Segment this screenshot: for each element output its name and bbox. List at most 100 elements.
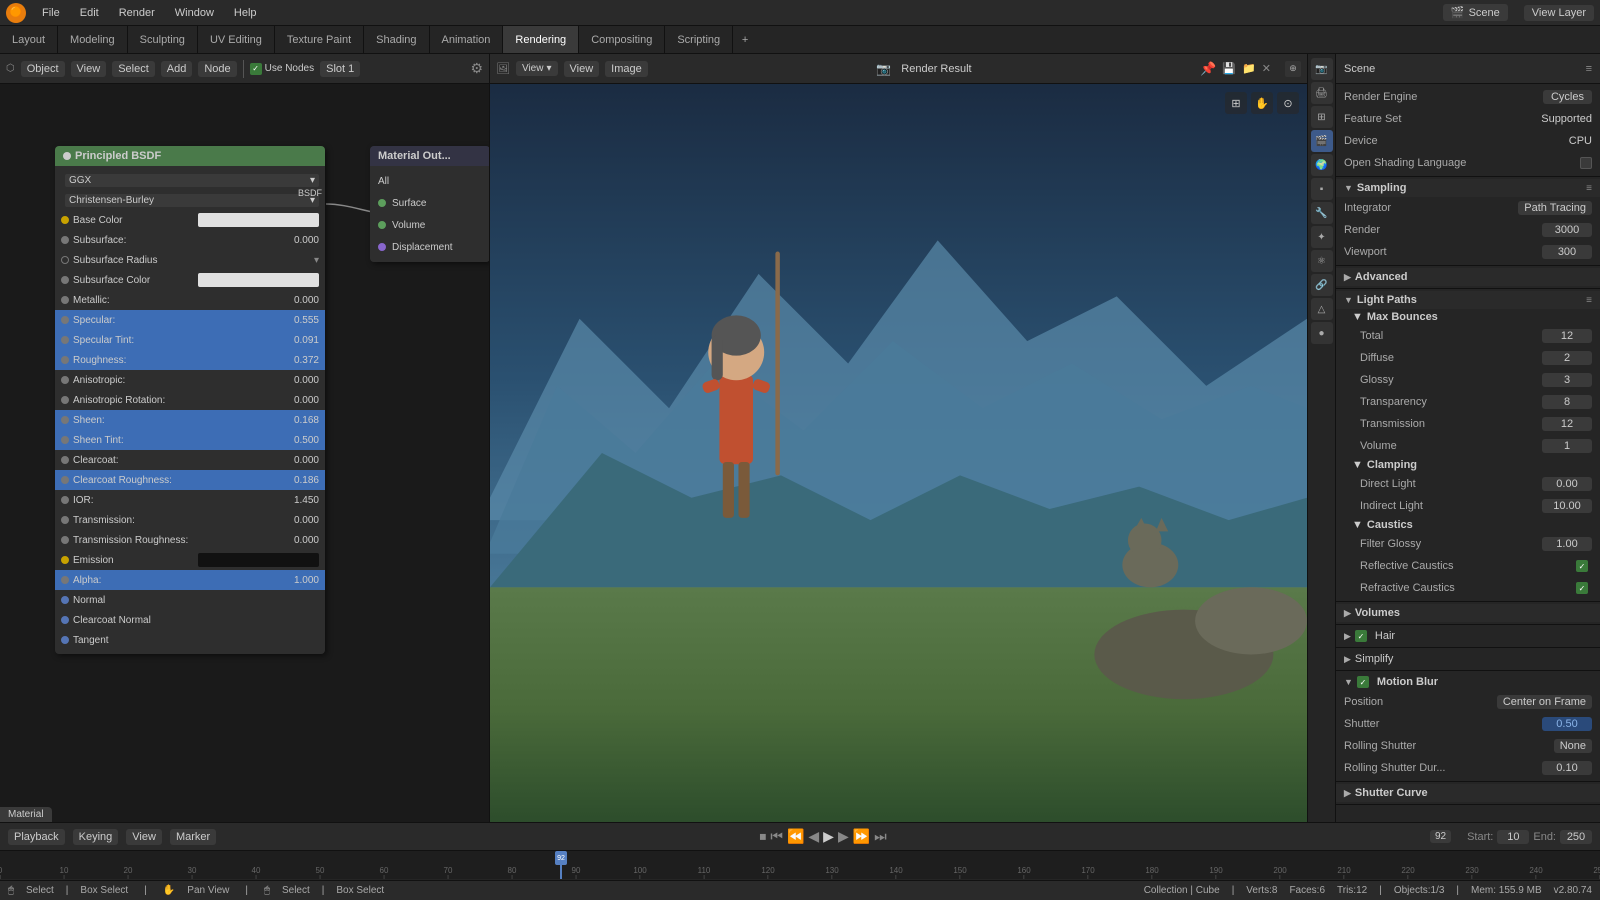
view-select-btn[interactable]: View ▾ [516,61,558,76]
glossy-bounces-field[interactable]: 3 [1542,373,1592,387]
distribution-dropdown[interactable]: GGX ▾ [65,174,319,187]
advanced-header[interactable]: ▶ Advanced [1336,268,1600,286]
tab-sculpting[interactable]: Sculpting [128,26,198,53]
use-nodes-checkbox[interactable]: ✓ [250,63,262,75]
sidebar-material-icon[interactable]: ● [1311,322,1333,344]
sidebar-render-icon[interactable]: 📷 [1311,58,1333,80]
skip-end-icon[interactable]: ⏭ [874,828,887,845]
material-tab[interactable]: Material [0,807,52,822]
tab-scripting[interactable]: Scripting [665,26,733,53]
add-workspace-tab[interactable]: + [733,28,757,52]
render-save-icon[interactable]: 💾 [1222,62,1236,75]
render-view2-btn[interactable]: View [564,61,600,77]
prev-keyframe-icon[interactable]: ◀ [808,828,819,845]
max-bounces-header[interactable]: ▼ Max Bounces [1336,309,1600,325]
transparency-bounces-field[interactable]: 8 [1542,395,1592,409]
bsdf-collapse-dot[interactable] [63,152,71,160]
total-bounces-field[interactable]: 12 [1542,329,1592,343]
playhead-handle[interactable]: 92 [555,851,567,865]
viewport-samples-field[interactable]: 300 [1542,245,1592,259]
tab-uv-editing[interactable]: UV Editing [198,26,275,53]
subsurface-method-dropdown[interactable]: Christensen-Burley ▾ [65,194,319,207]
direct-light-field[interactable]: 0.00 [1542,477,1592,491]
menu-window[interactable]: Window [167,5,222,21]
tab-layout[interactable]: Layout [0,26,58,53]
tab-compositing[interactable]: Compositing [579,26,665,53]
tab-animation[interactable]: Animation [430,26,504,53]
sidebar-world-icon[interactable]: 🌍 [1311,154,1333,176]
next-frame-icon[interactable]: ⏩ [853,828,870,845]
start-field[interactable]: 10 [1497,830,1529,844]
sidebar-output-icon[interactable]: 🖨 [1311,82,1333,104]
playback-btn[interactable]: Playback [8,829,65,845]
select-btn[interactable]: Select [112,61,155,77]
sidebar-scene-icon[interactable]: 🎬 [1311,130,1333,152]
node-btn[interactable]: Node [198,61,236,77]
volumes-header[interactable]: ▶ Volumes [1336,604,1600,622]
sidebar-data-icon[interactable]: △ [1311,298,1333,320]
add-btn[interactable]: Add [161,61,193,77]
clamping-header[interactable]: ▼ Clamping [1336,457,1600,473]
sidebar-modifier-icon[interactable]: 🔧 [1311,202,1333,224]
stop-icon[interactable]: ⏹ [759,828,766,845]
menu-render[interactable]: Render [111,5,163,21]
prev-frame-icon[interactable]: ⏪ [787,828,804,845]
skip-start-icon[interactable]: ⏮ [770,828,783,845]
tab-rendering[interactable]: Rendering [503,26,579,53]
render-zoom-icon[interactable]: ⊕ [1285,61,1301,77]
reflective-caustics-checkbox[interactable] [1576,560,1588,572]
filter-glossy-field[interactable]: 1.00 [1542,537,1592,551]
render-view-canvas[interactable]: ✋ ⊙ ⊞ [490,84,1307,822]
shutter-curve-header[interactable]: ▶ Shutter Curve [1336,784,1600,802]
zoom-fit-icon[interactable]: ⊙ [1277,92,1299,114]
render-layer-icon[interactable]: ⊞ [1225,92,1247,114]
material-output-node[interactable]: Material Out... All Surface Volume [370,146,489,262]
sidebar-physics-icon[interactable]: ⚛ [1311,250,1333,272]
node-canvas[interactable]: Principled BSDF GGX ▾ Christensen-Burley [0,84,489,822]
scene-selector[interactable]: 🎬 Scene [1443,4,1508,21]
sidebar-view-layer-icon[interactable]: ⊞ [1311,106,1333,128]
render-x-icon[interactable]: ✕ [1262,62,1271,75]
use-nodes-toggle[interactable]: ✓ Use Nodes [250,63,314,75]
diffuse-bounces-field[interactable]: 2 [1542,351,1592,365]
hand-tool-icon[interactable]: ✋ [1251,92,1273,114]
transmission-bounces-field[interactable]: 12 [1542,417,1592,431]
sidebar-object-icon[interactable]: ▪ [1311,178,1333,200]
end-field[interactable]: 250 [1560,830,1592,844]
next-keyframe-icon[interactable]: ▶ [838,828,849,845]
view-layer-selector[interactable]: View Layer [1524,5,1594,21]
keying-btn[interactable]: Keying [73,829,119,845]
tab-texture-paint[interactable]: Texture Paint [275,26,364,53]
emission-swatch[interactable] [198,553,319,567]
indirect-light-field[interactable]: 10.00 [1542,499,1592,513]
render-pin-icon[interactable]: 📌 [1200,61,1216,77]
caustics-header[interactable]: ▼ Caustics [1336,517,1600,533]
view-btn-timeline[interactable]: View [126,829,162,845]
motion-blur-checkbox[interactable] [1357,676,1369,688]
tab-shading[interactable]: Shading [364,26,429,53]
play-icon[interactable]: ▶ [823,828,834,845]
volume-bounces-field[interactable]: 1 [1542,439,1592,453]
render-image-btn[interactable]: Image [605,61,648,77]
menu-help[interactable]: Help [226,5,265,21]
object-mode-btn[interactable]: Object [21,61,65,77]
rolling-shutter-value[interactable]: None [1554,739,1592,753]
sampling-header[interactable]: ▼ Sampling ≡ [1336,179,1600,197]
view-btn[interactable]: View [71,61,107,77]
node-editor-settings-icon[interactable]: ⚙ [470,60,483,77]
current-frame-display[interactable]: 92 [1430,830,1451,843]
light-paths-header[interactable]: ▼ Light Paths ≡ [1336,291,1600,309]
base-color-swatch[interactable] [198,213,319,227]
menu-file[interactable]: File [34,5,68,21]
sidebar-constraints-icon[interactable]: 🔗 [1311,274,1333,296]
position-value[interactable]: Center on Frame [1497,695,1592,709]
props-list-icon[interactable]: ≡ [1586,63,1592,75]
hair-checkbox[interactable] [1355,630,1367,642]
sidebar-particles-icon[interactable]: ✦ [1311,226,1333,248]
refractive-caustics-checkbox[interactable] [1576,582,1588,594]
slot-btn[interactable]: Slot 1 [320,61,360,77]
osl-checkbox[interactable] [1580,157,1592,169]
principled-bsdf-node[interactable]: Principled BSDF GGX ▾ Christensen-Burley [55,146,325,654]
rolling-dur-field[interactable]: 0.10 [1542,761,1592,775]
tab-modeling[interactable]: Modeling [58,26,128,53]
